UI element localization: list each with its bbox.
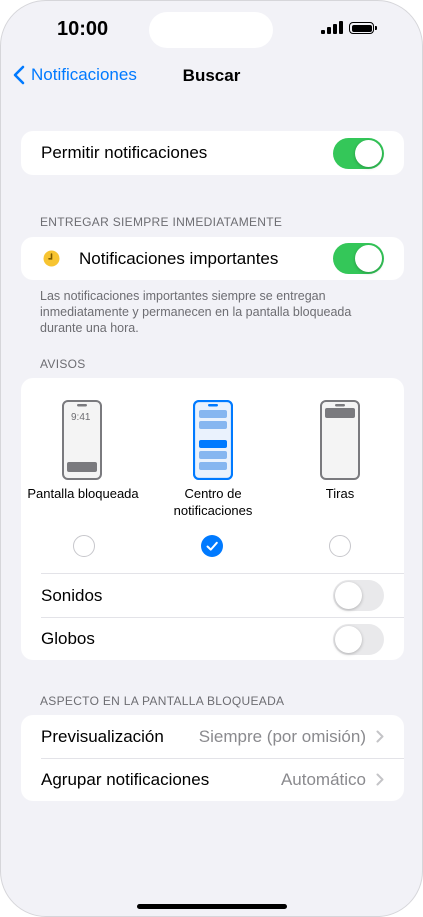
allow-notifications-card: Permitir notificaciones: [21, 131, 404, 175]
alert-option-label: Tiras: [325, 486, 355, 501]
alerts-section-header: AVISOS: [40, 357, 86, 371]
important-notifications-row: Notificaciones importantes: [21, 237, 404, 280]
dynamic-island: [149, 12, 273, 48]
grouping-value: Automático: [280, 769, 366, 789]
sounds-label: Sonidos: [41, 585, 103, 605]
chevron-right-icon: [376, 773, 384, 786]
battery-icon: [349, 22, 377, 34]
status-time: 10:00: [57, 18, 109, 40]
important-footnote: Las notificaciones importantes siempre s…: [40, 289, 352, 335]
preview-label: Previsualización: [41, 726, 164, 746]
grouping-row[interactable]: Agrupar notificaciones Automático: [21, 758, 404, 801]
lock-screen-preview-time: 9:41: [71, 412, 91, 423]
lock-screen-card: Previsualización Siempre (por omisión) A…: [21, 715, 404, 801]
badges-row: Globos: [21, 618, 404, 660]
preview-row[interactable]: Previsualización Siempre (por omisión): [21, 715, 404, 758]
clock-icon: [43, 250, 60, 272]
important-notifications-toggle[interactable]: [333, 243, 384, 274]
checkmark-icon: [206, 541, 218, 551]
alert-option-label: Pantalla bloqueada: [27, 486, 139, 501]
preview-value: Siempre (por omisión): [198, 726, 366, 746]
allow-notifications-label: Permitir notificaciones: [41, 143, 208, 162]
sounds-toggle[interactable]: [333, 580, 384, 611]
alerts-card: 9:41 Pantalla bloqueada Centro de notifi…: [21, 378, 404, 660]
sounds-row: Sonidos: [21, 574, 404, 617]
radio-banners[interactable]: [329, 535, 351, 557]
phone-screen: 10:00 Notificaciones Buscar Permitir not…: [0, 0, 423, 917]
cellular-signal-icon: [321, 21, 343, 34]
chevron-right-icon: [376, 730, 384, 743]
radio-notification-center[interactable]: [201, 535, 223, 557]
important-notifications-label: Notificaciones importantes: [79, 248, 279, 268]
notification-center-preview-icon: [193, 400, 233, 480]
allow-notifications-row: Permitir notificaciones: [21, 131, 404, 175]
page-title: Buscar: [182, 66, 241, 85]
radio-lock-screen[interactable]: [73, 535, 95, 557]
lock-screen-section-header: ASPECTO EN LA PANTALLA BLOQUEADA: [40, 694, 285, 708]
badges-label: Globos: [41, 629, 95, 648]
home-indicator[interactable]: [137, 904, 287, 909]
important-notifications-card: Notificaciones importantes: [21, 237, 404, 280]
alert-option-label: Centro de notificaciones: [173, 486, 253, 518]
grouping-label: Agrupar notificaciones: [41, 769, 210, 789]
banners-preview-icon: [320, 400, 360, 480]
status-icons: [321, 21, 377, 34]
allow-notifications-toggle[interactable]: [333, 138, 384, 169]
badges-toggle[interactable]: [333, 624, 384, 655]
important-section-header: ENTREGAR SIEMPRE INMEDIATAMENTE: [40, 215, 283, 229]
